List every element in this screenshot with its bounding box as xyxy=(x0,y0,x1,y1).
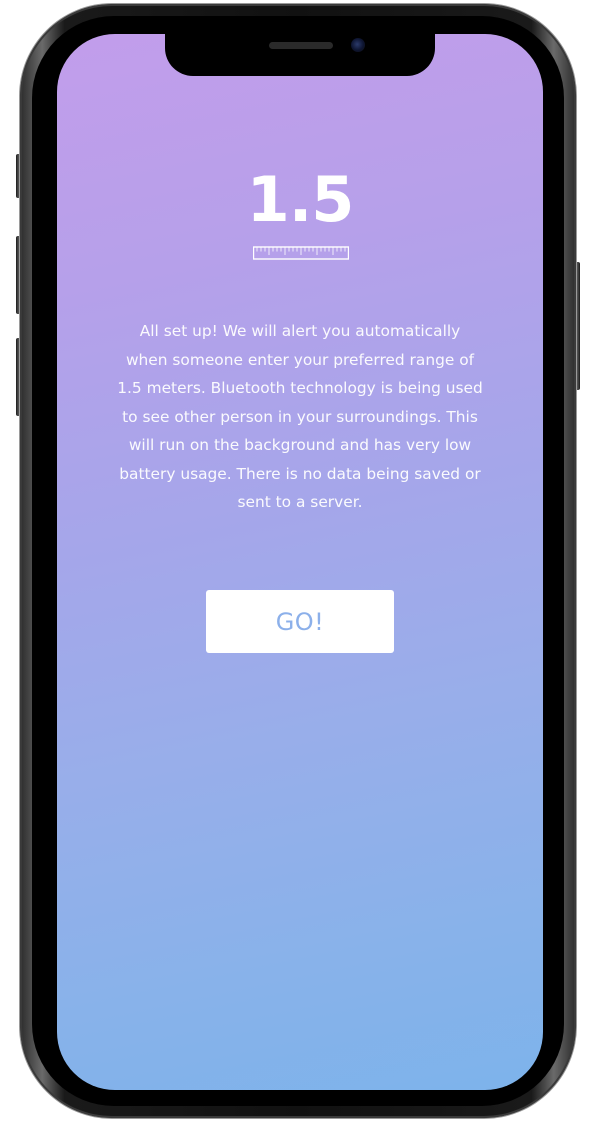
ruler-icon xyxy=(253,246,349,260)
front-camera-icon xyxy=(351,38,365,52)
speaker-grille xyxy=(269,42,333,49)
range-value: 1.5 xyxy=(246,163,355,236)
app-screen: 1.5 All set up! We will alert you automa… xyxy=(57,34,543,1090)
notch xyxy=(165,34,435,76)
setup-message: All set up! We will alert you automatica… xyxy=(117,322,483,511)
go-button[interactable]: GO! xyxy=(206,590,394,653)
page: 1.5 All set up! We will alert you automa… xyxy=(0,0,590,1125)
